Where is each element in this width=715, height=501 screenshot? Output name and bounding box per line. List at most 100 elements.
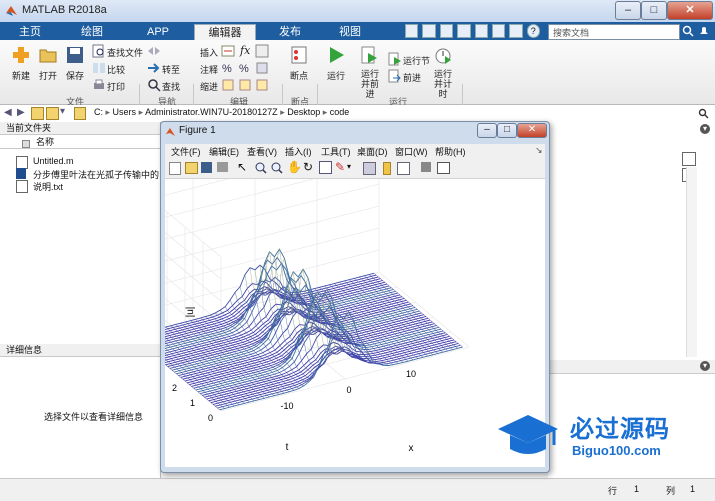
undo-icon[interactable]: [474, 24, 488, 38]
up-folder-icon[interactable]: [31, 107, 44, 120]
menu-view[interactable]: 查看(V): [247, 145, 277, 158]
breadcrumb-item[interactable]: C:: [94, 107, 103, 117]
tab-view[interactable]: 视图: [324, 24, 376, 40]
menu-window[interactable]: 窗口(W): [395, 145, 428, 158]
hide-plot-tools-icon[interactable]: [421, 162, 431, 172]
save-figure-icon[interactable]: [201, 162, 212, 173]
print-icon[interactable]: [92, 78, 106, 92]
save-icon[interactable]: [405, 24, 419, 38]
tab-editor[interactable]: 编辑器: [194, 24, 256, 41]
breadcrumb-item[interactable]: Users: [113, 107, 137, 117]
maximize-button[interactable]: □: [641, 1, 667, 20]
menu-desktop[interactable]: 桌面(D): [357, 145, 388, 158]
run-section-button[interactable]: 运行节: [403, 54, 430, 67]
comment-icon[interactable]: %: [221, 61, 235, 75]
open-icon[interactable]: [38, 45, 58, 65]
panel-options-icon[interactable]: ▾: [700, 361, 710, 371]
new-icon[interactable]: [11, 45, 31, 65]
notification-icon[interactable]: [698, 25, 710, 37]
column-toggle-icon[interactable]: [22, 140, 30, 148]
zoom-in-icon[interactable]: [255, 162, 267, 174]
menu-file[interactable]: 文件(F): [171, 145, 201, 158]
menu-help[interactable]: 帮助(H): [435, 145, 466, 158]
insert-section-icon[interactable]: [221, 44, 235, 58]
print-figure-icon[interactable]: [217, 162, 228, 172]
tab-publish[interactable]: 发布: [264, 24, 316, 40]
brush-icon[interactable]: ✎: [335, 160, 345, 174]
scrollbar[interactable]: [686, 167, 697, 357]
find-button[interactable]: 查找: [162, 80, 180, 93]
menu-tools[interactable]: 工具(T): [321, 145, 351, 158]
run-and-advance-icon[interactable]: [359, 45, 379, 65]
indent-button[interactable]: 缩进: [200, 80, 218, 93]
wrap-comment-icon[interactable]: [255, 61, 269, 75]
goto-button[interactable]: 转至: [162, 63, 180, 76]
rotate-3d-icon[interactable]: ↻: [303, 160, 313, 174]
compare-button[interactable]: 比较: [107, 63, 125, 76]
goto-icon[interactable]: [147, 61, 161, 75]
cut-icon[interactable]: [422, 24, 436, 38]
search-icon[interactable]: [682, 25, 694, 37]
find-files-icon[interactable]: [92, 44, 106, 58]
run-and-time-icon[interactable]: [433, 45, 453, 65]
copy-icon[interactable]: [439, 24, 454, 38]
find-files-button[interactable]: 查找文件: [107, 46, 143, 59]
close-button[interactable]: ✕: [667, 1, 713, 20]
breadcrumb-item[interactable]: Desktop: [287, 107, 320, 117]
compare-icon[interactable]: [92, 61, 106, 75]
tab-apps[interactable]: APP: [130, 24, 186, 40]
paste-icon[interactable]: [457, 24, 471, 38]
back-icon[interactable]: ◀: [4, 107, 12, 118]
run-button[interactable]: 运行: [327, 69, 345, 82]
tab-plots[interactable]: 绘图: [66, 24, 118, 40]
link-plot-icon[interactable]: [363, 162, 376, 175]
browse-folder-icon[interactable]: [46, 107, 59, 120]
file-item[interactable]: Untitled.m: [33, 156, 74, 166]
help-icon[interactable]: ?: [526, 24, 540, 38]
open-button[interactable]: 打开: [39, 69, 57, 82]
fx-button[interactable]: fx: [240, 44, 250, 57]
colorbar-icon[interactable]: [383, 162, 391, 175]
panel-options-icon[interactable]: ▾: [700, 124, 710, 134]
chevron-down-icon[interactable]: ▾: [60, 106, 65, 117]
advance-icon[interactable]: [388, 69, 402, 83]
figure-maximize-button[interactable]: □: [497, 123, 517, 138]
figure-close-button[interactable]: ✕: [517, 123, 547, 138]
menu-insert[interactable]: 插入(I): [285, 145, 312, 158]
tab-home[interactable]: 主页: [6, 24, 54, 40]
chevron-down-icon[interactable]: ▾: [347, 162, 351, 171]
indent-icon[interactable]: [238, 78, 252, 92]
run-icon[interactable]: [326, 45, 346, 65]
redo-icon[interactable]: [491, 24, 506, 38]
show-plot-tools-icon[interactable]: [437, 162, 450, 174]
insert-function-icon[interactable]: [255, 44, 269, 58]
legend-icon[interactable]: [397, 162, 410, 175]
file-item[interactable]: 说明.txt: [33, 180, 63, 193]
figure-minimize-button[interactable]: –: [477, 123, 497, 138]
advance-button[interactable]: 前进: [403, 71, 421, 84]
print-button[interactable]: 打印: [107, 80, 125, 93]
dock-icon[interactable]: ↘: [535, 145, 543, 156]
search-documentation[interactable]: 搜索文档: [548, 24, 680, 40]
insert-button[interactable]: 插入: [200, 46, 218, 59]
outdent-icon[interactable]: [255, 78, 269, 92]
new-button[interactable]: 新建: [12, 69, 30, 82]
smart-indent-icon[interactable]: [221, 78, 235, 92]
breakpoints-button[interactable]: 断点: [290, 69, 308, 82]
breadcrumb-item[interactable]: code: [330, 107, 350, 117]
pan-icon[interactable]: ✋: [287, 160, 302, 174]
zoom-out-icon[interactable]: [271, 162, 283, 174]
data-cursor-icon[interactable]: [319, 161, 332, 174]
find-icon[interactable]: [147, 78, 161, 92]
save-icon[interactable]: [65, 45, 85, 65]
comment-button[interactable]: 注释: [200, 63, 218, 76]
switch-windows-icon[interactable]: [509, 24, 523, 38]
menu-edit[interactable]: 编辑(E): [209, 145, 239, 158]
uncomment-icon[interactable]: %: [238, 61, 252, 75]
breakpoints-icon[interactable]: [289, 45, 309, 65]
new-figure-icon[interactable]: [169, 162, 181, 175]
open-file-icon[interactable]: [185, 162, 198, 174]
run-and-time-button[interactable]: 运行并计时: [431, 69, 455, 99]
save-button[interactable]: 保存: [66, 69, 84, 82]
minimize-button[interactable]: –: [615, 1, 641, 20]
